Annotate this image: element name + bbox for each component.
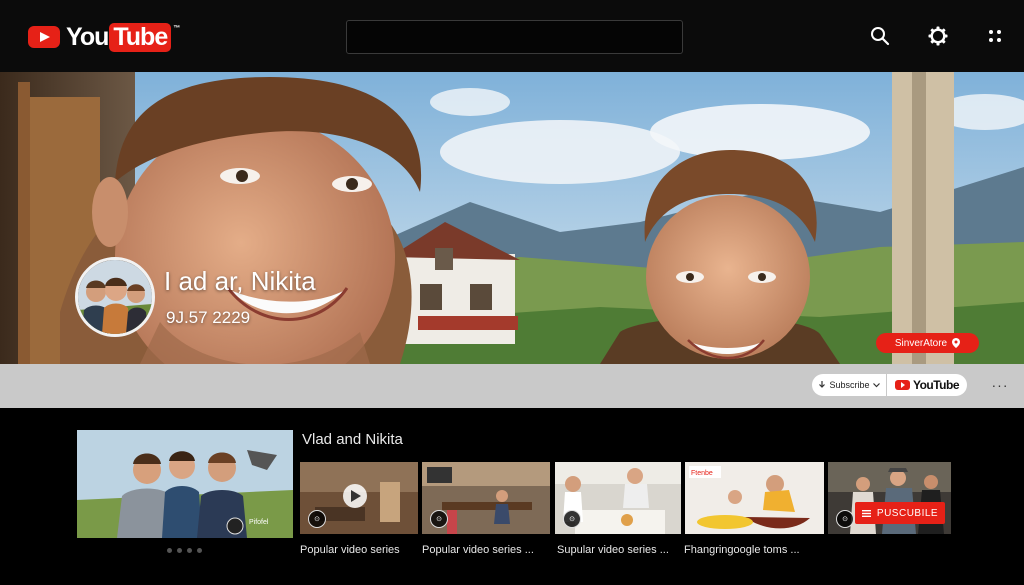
subscribe-button[interactable]: Subscribe [812,374,886,396]
youtube-play-icon [894,380,910,390]
channel-badge-icon: ⊙ [836,510,854,528]
section-title: Vlad and Nikita [302,431,403,448]
apps-icon[interactable] [983,24,1007,48]
channel-badge-icon: ⊙ [308,510,326,528]
carousel-dot[interactable] [197,548,202,553]
channel-badge-icon: ⊙ [563,510,581,528]
banner-image [0,72,1024,364]
store-label: SinverAtore [894,337,948,349]
play-logo-icon [28,26,60,48]
video-thumbnail: Ftenbe [685,462,824,534]
chevron-down-icon [872,382,880,387]
channel-avatar[interactable] [75,257,155,337]
carousel-dot[interactable] [167,548,172,553]
search-icon[interactable] [868,24,892,48]
logo-tube: Tube [109,22,172,52]
youtube-button[interactable]: YouTube [887,374,967,396]
top-bar: You Tube ™ [0,0,1024,72]
channel-action-bar: Subscribe YouTube ··· [0,364,1024,408]
search-input[interactable] [346,20,683,54]
subscribe-video-button[interactable]: PUSCUBILE [855,502,945,524]
video-title[interactable]: Popular video series ... [422,544,534,556]
thumbnail-text: Ftenbe [691,470,713,477]
video-title[interactable]: Supular video series ... [557,544,669,556]
subscriber-count: 9J.57 2229 [166,308,251,327]
avatar-image [78,260,152,334]
youtube-button-label: YouTube [912,378,960,392]
download-arrow-icon [819,381,826,388]
channel-badge-icon: ⊙ [430,510,448,528]
carousel-dot[interactable] [177,548,182,553]
video-title[interactable]: Popular video series [300,544,400,556]
location-pin-icon [952,338,961,348]
logo-trademark: ™ [173,24,180,32]
content-section: Pifofel Vlad and Nikita ⊙ Popular video … [0,408,1024,585]
youtube-logo[interactable]: You Tube ™ [28,22,180,52]
store-button[interactable]: SinverAtore [876,333,979,353]
video-card[interactable]: ⊙ [555,462,681,534]
video-card[interactable]: ⊙ [422,462,550,534]
logo-you: You [66,22,109,51]
featured-caption: Pifofel [249,519,269,526]
gear-icon[interactable] [926,24,950,48]
featured-video[interactable]: Pifofel [77,430,293,538]
video-card[interactable]: Ftenbe [685,462,824,534]
logo-wordmark: You Tube ™ [66,22,180,52]
more-options-button[interactable]: ··· [990,374,1010,396]
subscribe-video-label: PUSCUBILE [876,507,939,519]
channel-title: I ad ar, Nikita [164,266,316,296]
video-title[interactable]: Fhangringoogle toms ... [684,544,800,556]
subscribe-label: Subscribe [829,380,870,390]
video-card[interactable]: ⊙ [300,462,418,534]
list-icon [861,509,871,517]
carousel-dots[interactable] [167,548,202,553]
carousel-dot[interactable] [187,548,192,553]
featured-thumbnail: Pifofel [77,430,293,538]
channel-banner: I ad ar, Nikita 9J.57 2229 SinverAtore [0,72,1024,364]
